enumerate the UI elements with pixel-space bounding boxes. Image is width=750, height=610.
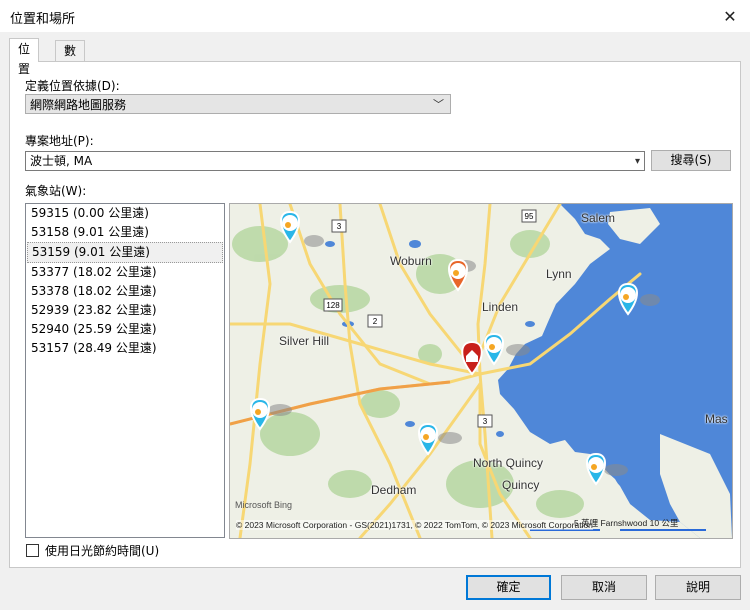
- map-label: Dedham: [371, 483, 417, 497]
- map-attribution: © 2023 Microsoft Corporation - GS(2021)1…: [236, 520, 593, 530]
- chevron-down-icon: ﹀: [433, 98, 444, 111]
- map-label: Woburn: [390, 254, 432, 268]
- map-label: Mas: [705, 412, 728, 426]
- location-source-value: 網際網路地圖服務: [30, 98, 127, 112]
- list-item[interactable]: 53378 (18.02 公里遠): [26, 282, 224, 301]
- list-item[interactable]: 52939 (23.82 公里遠): [26, 301, 224, 320]
- tab-location[interactable]: 位置: [9, 38, 40, 76]
- location-source-label: 定義位置依據(D):: [25, 79, 120, 93]
- location-panel: 定義位置依據(D): 網際網路地圖服務 ﹀ 專案地址(P): 波士頓, MA ▾…: [9, 61, 741, 568]
- list-item[interactable]: 53157 (28.49 公里遠): [26, 339, 224, 358]
- map-label: Salem: [581, 211, 616, 225]
- stations-list[interactable]: 59315 (0.00 公里遠) 53158 (9.01 公里遠) 53159 …: [25, 203, 225, 538]
- map-label: Lynn: [546, 267, 572, 281]
- tab-site[interactable]: 數地: [55, 40, 86, 78]
- svg-text:3: 3: [483, 417, 488, 426]
- search-button[interactable]: 搜尋(S): [651, 150, 731, 171]
- cancel-button[interactable]: 取消: [561, 575, 647, 600]
- svg-text:3: 3: [337, 222, 342, 231]
- list-item[interactable]: 52940 (25.59 公里遠): [26, 320, 224, 339]
- list-item[interactable]: 53158 (9.01 公里遠): [26, 223, 224, 242]
- svg-text:128: 128: [326, 301, 340, 310]
- title-bar: 位置和場所 ✕: [0, 0, 750, 32]
- window-title: 位置和場所: [10, 12, 76, 27]
- address-label: 專案地址(P):: [25, 134, 94, 148]
- address-value: 波士頓, MA: [30, 154, 93, 168]
- list-item[interactable]: 59315 (0.00 公里遠): [26, 204, 224, 223]
- bing-logo: Microsoft Bing: [235, 500, 293, 510]
- list-item-selected[interactable]: 53159 (9.01 公里遠): [27, 242, 223, 263]
- chevron-down-icon: ▾: [634, 156, 640, 167]
- stations-label: 氣象站(W):: [25, 184, 87, 198]
- help-button[interactable]: 說明: [655, 575, 741, 600]
- map-label: Silver Hill: [279, 334, 330, 348]
- ok-button[interactable]: 確定: [466, 575, 551, 600]
- address-input[interactable]: 波士頓, MA ▾: [25, 151, 645, 171]
- map-view[interactable]: 3 95 128 2 3 Salem Woburn Lynn Linden Si…: [229, 203, 733, 539]
- map-label: North Quincy: [473, 456, 544, 470]
- daylight-saving-row[interactable]: 使用日光節約時間(U): [26, 542, 159, 559]
- map-graphic: 3 95 128 2 3: [230, 204, 732, 538]
- map-label: Quincy: [502, 478, 540, 492]
- map-scale: 5 英哩 Farnshwood 10 公里: [574, 518, 679, 528]
- location-source-select[interactable]: 網際網路地圖服務 ﹀: [25, 94, 451, 114]
- list-item[interactable]: 53377 (18.02 公里遠): [26, 263, 224, 282]
- svg-text:2: 2: [373, 317, 378, 326]
- daylight-saving-checkbox[interactable]: [26, 544, 39, 557]
- svg-text:95: 95: [525, 212, 534, 221]
- daylight-saving-label: 使用日光節約時間(U): [45, 544, 160, 558]
- close-icon[interactable]: ✕: [718, 4, 742, 28]
- map-label: Linden: [482, 300, 519, 314]
